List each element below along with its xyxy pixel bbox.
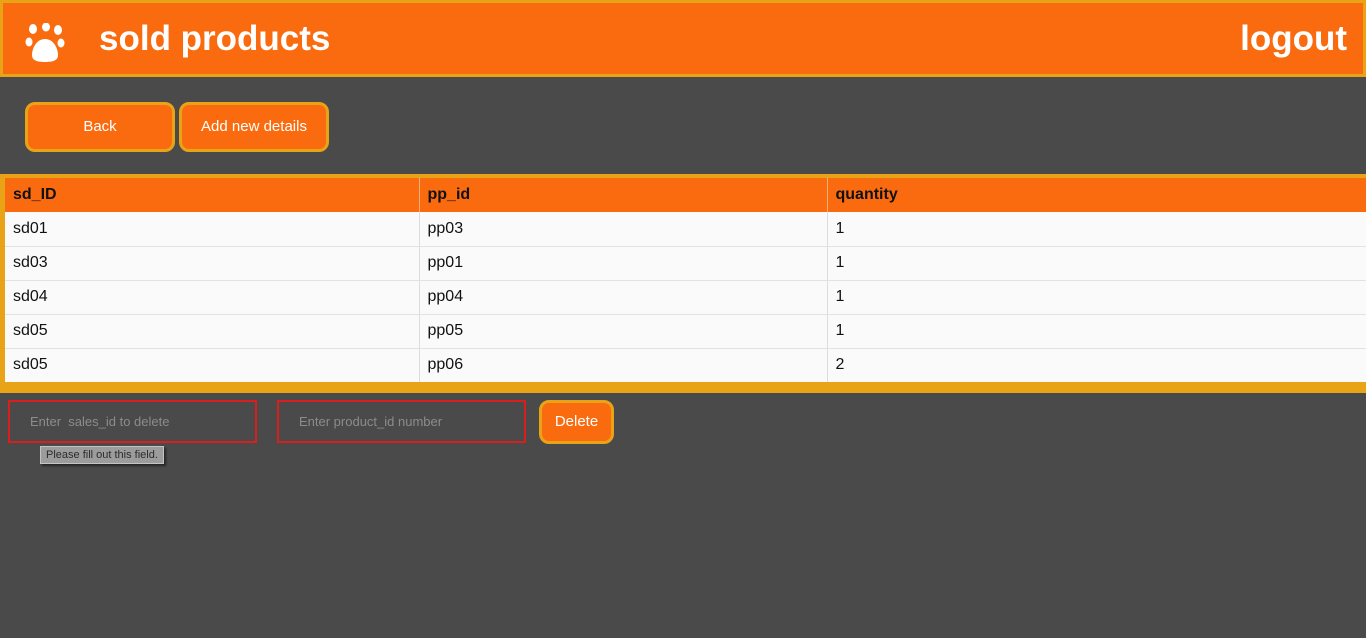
page: sold products logout Back Add new detail… bbox=[0, 0, 1366, 638]
sales-id-input[interactable] bbox=[8, 400, 257, 443]
logout-link[interactable]: logout bbox=[1240, 19, 1347, 59]
sold-products-table-container: sd_ID pp_id quantity sd01 pp03 1 sd03 pp… bbox=[0, 174, 1366, 393]
cell-sd-id: sd01 bbox=[5, 212, 420, 247]
cell-pp-id: pp03 bbox=[419, 212, 828, 247]
cell-quantity: 1 bbox=[827, 314, 1366, 349]
cell-quantity: 1 bbox=[827, 280, 1366, 315]
table-row: sd05 pp05 1 bbox=[5, 314, 1366, 349]
page-title: sold products bbox=[99, 19, 331, 58]
cell-quantity: 1 bbox=[827, 246, 1366, 281]
delete-button[interactable]: Delete bbox=[539, 400, 614, 444]
column-header-quantity: quantity bbox=[827, 178, 1366, 212]
cell-quantity: 1 bbox=[827, 212, 1366, 247]
column-header-sd-id: sd_ID bbox=[5, 178, 420, 212]
add-new-details-button[interactable]: Add new details bbox=[179, 102, 329, 152]
table-row: sd04 pp04 1 bbox=[5, 280, 1366, 315]
product-id-input[interactable] bbox=[277, 400, 526, 443]
sold-products-table: sd_ID pp_id quantity sd01 pp03 1 sd03 pp… bbox=[5, 178, 1366, 382]
cell-sd-id: sd03 bbox=[5, 246, 420, 281]
paw-icon bbox=[25, 23, 65, 62]
cell-sd-id: sd04 bbox=[5, 280, 420, 315]
cell-pp-id: pp05 bbox=[419, 314, 828, 349]
cell-pp-id: pp01 bbox=[419, 246, 828, 281]
app-header: sold products logout bbox=[0, 0, 1366, 77]
table-header-row: sd_ID pp_id quantity bbox=[5, 178, 1366, 212]
cell-pp-id: pp04 bbox=[419, 280, 828, 315]
cell-sd-id: sd05 bbox=[5, 348, 420, 382]
column-header-pp-id: pp_id bbox=[419, 178, 828, 212]
back-button[interactable]: Back bbox=[25, 102, 175, 152]
table-row: sd03 pp01 1 bbox=[5, 246, 1366, 281]
table-row: sd05 pp06 2 bbox=[5, 348, 1366, 382]
cell-pp-id: pp06 bbox=[419, 348, 828, 382]
cell-sd-id: sd05 bbox=[5, 314, 420, 349]
cell-quantity: 2 bbox=[827, 348, 1366, 382]
table-row: sd01 pp03 1 bbox=[5, 212, 1366, 247]
validation-tooltip: Please fill out this field. bbox=[40, 446, 164, 464]
